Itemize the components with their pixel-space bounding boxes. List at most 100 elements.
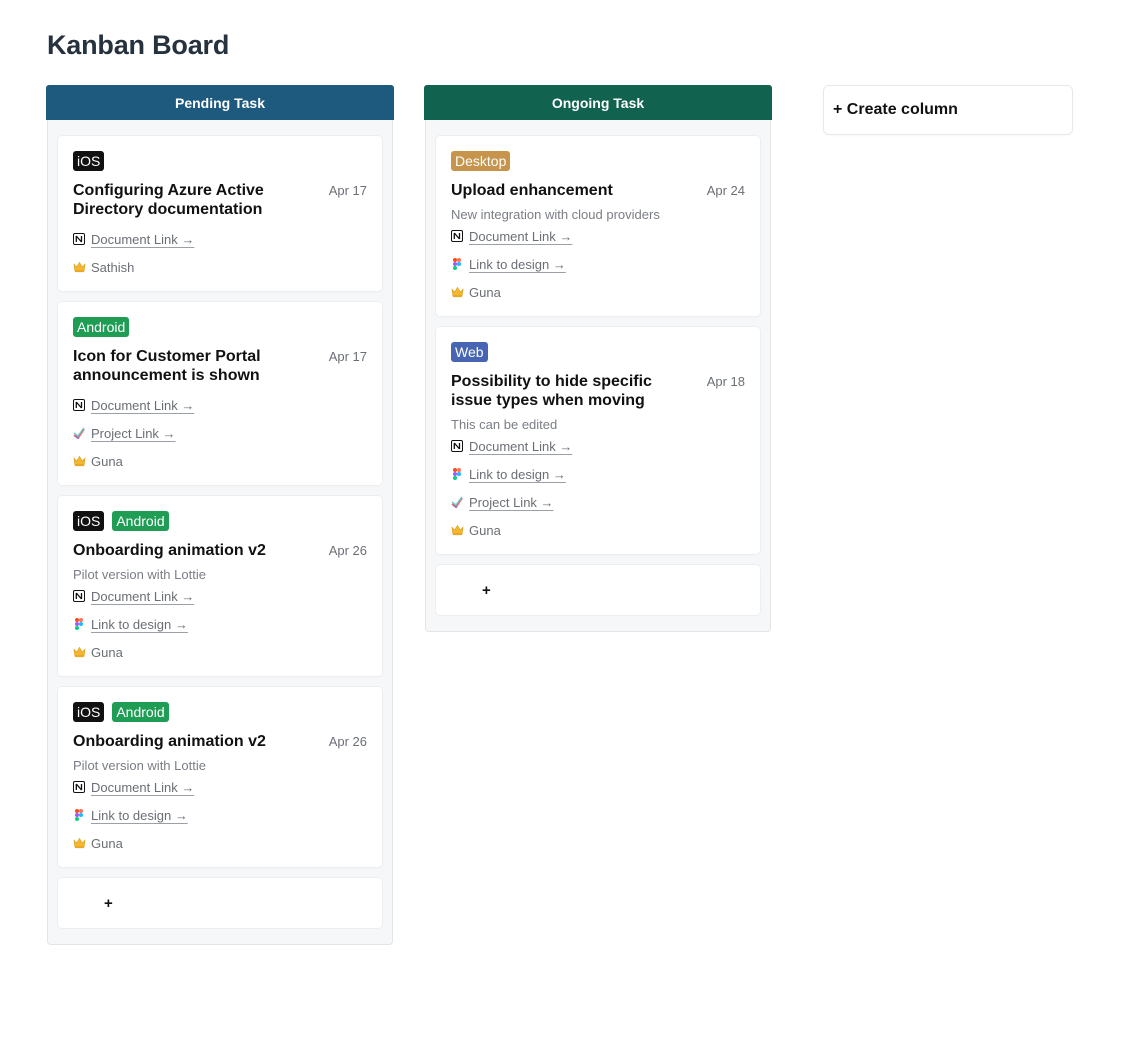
card-header: Onboarding animation v2 Apr 26 [73,732,367,751]
tag-desktop[interactable]: Desktop [451,151,511,171]
tag-ios[interactable]: iOS [73,151,105,171]
page-title: Kanban Board [47,30,230,60]
card-link[interactable]: Document Link → [91,398,194,413]
card-title[interactable]: Onboarding animation v2 [73,541,266,560]
figma-icon [73,809,85,821]
task-card[interactable]: Desktop Upload enhancement Apr 24 New integ… [436,136,760,316]
task-card[interactable]: Android Icon for Customer Portal announce… [58,302,382,485]
card-date: Apr 18 [706,374,745,389]
crown-icon [451,524,464,536]
project-icon [451,496,463,509]
task-card[interactable]: iOS Android Onboarding animation v2 Apr 26 P… [58,687,382,867]
card-link[interactable]: Link to design → [469,257,566,272]
card-assignee: Guna [73,638,367,666]
column-pending: Pending Task iOS Configuring Azure Active… [46,85,394,945]
figma-icon [451,258,463,270]
crown-icon [451,286,464,298]
card-description: New integration with cloud providers [451,207,660,222]
notion-icon [73,590,85,602]
card-link[interactable]: Project Link → [91,426,176,441]
card-link-row: Project Link → [73,419,367,447]
tag-web[interactable]: Web [451,342,488,362]
assignee-name: Sathish [91,259,135,275]
assignee-name: Guna [91,644,123,660]
assignee-name: Guna [469,284,501,300]
card-link-row: Document Link → [451,222,745,250]
card-title[interactable]: Upload enhancement [451,181,613,200]
create-column-button[interactable]: + Create column [823,85,1073,135]
assignee-name: Guna [91,835,123,851]
notion-icon [73,781,85,793]
card-header: Configuring Azure Active Directory docum… [73,181,367,219]
crown-icon [73,837,86,849]
card-assignee: Guna [73,829,367,857]
card-assignee: Sathish [73,253,367,281]
card-link[interactable]: Document Link → [469,229,572,244]
card-link-row: Document Link → [73,391,367,419]
card-date: Apr 26 [328,543,367,558]
add-card-button[interactable]: + [58,878,382,928]
tag-list: iOS [73,151,367,171]
card-link-row: Link to design → [451,460,745,488]
card-assignee: Guna [451,516,745,544]
card-link[interactable]: Project Link → [469,495,554,510]
column-header[interactable]: Pending Task [46,85,394,120]
column-body: iOS Configuring Azure Active Directory do… [47,120,393,945]
card-link[interactable]: Document Link → [469,439,572,454]
card-date: Apr 17 [328,183,367,198]
crown-icon [73,261,86,273]
tag-list: Web [451,342,745,362]
card-link[interactable]: Link to design → [469,467,566,482]
card-link-row: Document Link → [73,773,367,801]
card-header: Onboarding animation v2 Apr 26 [73,541,367,560]
card-link-row: Project Link → [451,488,745,516]
add-card-button[interactable]: + [436,565,760,615]
notion-icon [73,399,85,411]
tag-android[interactable]: Android [112,511,169,531]
tag-list: Android [73,317,367,337]
card-link-row: Link to design → [73,610,367,638]
card-header: Upload enhancement Apr 24 [451,181,745,200]
notion-icon [451,230,463,242]
card-description: Pilot version with Lottie [73,567,206,582]
figma-icon [451,468,463,480]
card-link-row: Link to design → [451,250,745,278]
tag-android[interactable]: Android [112,702,169,722]
notion-icon [451,440,463,452]
card-date: Apr 26 [328,734,367,749]
card-link-row: Document Link → [73,225,367,253]
notion-icon [73,233,85,245]
task-card[interactable]: Web Possibility to hide specific issue ty… [436,327,760,554]
project-icon [73,427,85,440]
crown-icon [73,455,86,467]
crown-icon [73,646,86,658]
card-link[interactable]: Link to design → [91,617,188,632]
card-link[interactable]: Document Link → [91,232,194,247]
assignee-name: Guna [469,522,501,538]
card-link[interactable]: Document Link → [91,589,194,604]
tag-android[interactable]: Android [73,317,130,337]
card-header: Icon for Customer Portal announcement is… [73,347,367,385]
card-link-row: Link to design → [73,801,367,829]
card-description: Pilot version with Lottie [73,758,206,773]
card-title[interactable]: Icon for Customer Portal announcement is… [73,347,305,385]
card-date: Apr 17 [328,349,367,364]
tag-ios[interactable]: iOS [73,702,105,722]
tag-ios[interactable]: iOS [73,511,105,531]
task-card[interactable]: iOS Configuring Azure Active Directory do… [58,136,382,291]
task-card[interactable]: iOS Android Onboarding animation v2 Apr 26 P… [58,496,382,676]
card-link[interactable]: Document Link → [91,780,194,795]
column-ongoing: Ongoing Task Desktop Upload enhancement Ap… [424,85,772,632]
card-assignee: Guna [73,447,367,475]
card-title[interactable]: Possibility to hide specific issue types… [451,372,683,410]
assignee-name: Guna [91,453,123,469]
column-body: Desktop Upload enhancement Apr 24 New integ… [425,120,771,632]
card-description: This can be edited [451,417,558,432]
card-title[interactable]: Onboarding animation v2 [73,732,266,751]
card-link[interactable]: Link to design → [91,808,188,823]
tag-list: Desktop [451,151,745,171]
tag-list: iOS Android [73,511,367,531]
card-header: Possibility to hide specific issue types… [451,372,745,410]
card-title[interactable]: Configuring Azure Active Directory docum… [73,181,305,219]
column-header[interactable]: Ongoing Task [424,85,772,120]
